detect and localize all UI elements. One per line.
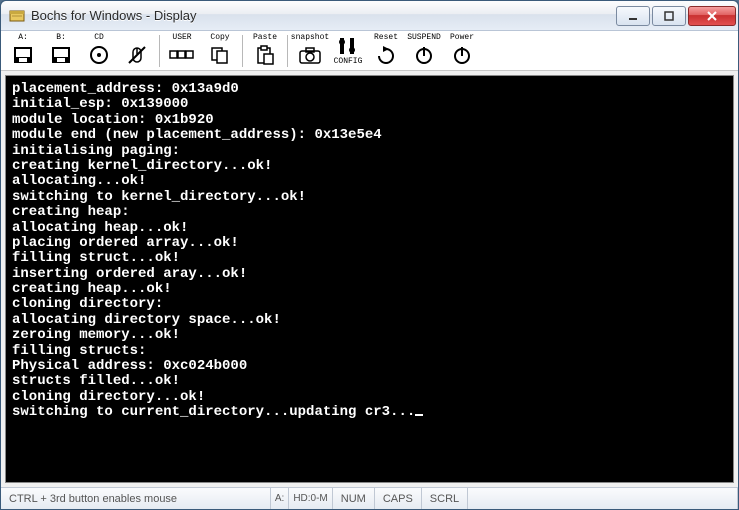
minimize-button[interactable] [616, 6, 650, 26]
toolbar: A: B: CD [1, 31, 738, 71]
toolbar-label: Reset [374, 34, 398, 43]
floppy-a-icon [9, 43, 37, 67]
toolbar-label: Power [450, 34, 474, 43]
status-scrl: SCRL [422, 488, 468, 509]
close-button[interactable] [688, 6, 736, 26]
snapshot-button[interactable]: snapshot [292, 33, 328, 69]
window-controls [614, 6, 736, 26]
terminal-output: placement_address: 0x13a9d0 initial_esp:… [5, 75, 734, 483]
status-caps: CAPS [375, 488, 422, 509]
paste-icon [251, 43, 279, 67]
toolbar-label: CONFIG [334, 58, 363, 67]
maximize-icon [663, 11, 675, 21]
config-icon [334, 34, 362, 58]
cursor [415, 414, 423, 416]
cdrom-button[interactable]: CD [81, 33, 117, 69]
snapshot-icon [296, 43, 324, 67]
user-keys-icon [168, 43, 196, 67]
maximize-button[interactable] [652, 6, 686, 26]
paste-button[interactable]: Paste [247, 33, 283, 69]
toolbar-separator [242, 35, 243, 67]
toolbar-label: Paste [253, 34, 277, 43]
toolbar-label: SUSPEND [407, 34, 441, 43]
titlebar: Bochs for Windows - Display [1, 1, 738, 31]
config-button[interactable]: CONFIG [330, 33, 366, 69]
toolbar-label: USER [172, 34, 191, 43]
status-hd: HD:0-M [289, 488, 332, 509]
suspend-icon [410, 43, 438, 67]
toolbar-label: CD [94, 34, 104, 43]
toolbar-label: B: [56, 34, 66, 43]
status-drive: A: [271, 488, 289, 509]
toolbar-separator [287, 35, 288, 67]
toolbar-label: snapshot [291, 34, 329, 43]
suspend-button[interactable]: SUSPEND [406, 33, 442, 69]
status-num: NUM [333, 488, 375, 509]
floppy-b-button[interactable]: B: [43, 33, 79, 69]
floppy-b-icon [47, 43, 75, 67]
mouse-off-icon [123, 43, 151, 67]
mouse-capture-button[interactable] [119, 33, 155, 69]
cd-icon [85, 43, 113, 67]
window-title: Bochs for Windows - Display [31, 8, 614, 23]
power-button[interactable]: Power [444, 33, 480, 69]
power-icon [448, 43, 476, 67]
status-hint: CTRL + 3rd button enables mouse [1, 488, 271, 509]
copy-icon [206, 43, 234, 67]
user-shortcut-button[interactable]: USER [164, 33, 200, 69]
app-window: Bochs for Windows - Display A: [0, 0, 739, 510]
toolbar-separator [159, 35, 160, 67]
statusbar: CTRL + 3rd button enables mouse A: HD:0-… [1, 487, 738, 509]
app-icon [9, 8, 25, 24]
floppy-a-button[interactable]: A: [5, 33, 41, 69]
close-icon [706, 11, 718, 21]
toolbar-label: A: [18, 34, 28, 43]
reset-icon [372, 43, 400, 67]
copy-button[interactable]: Copy [202, 33, 238, 69]
status-empty [468, 488, 738, 509]
toolbar-label: Copy [210, 34, 229, 43]
reset-button[interactable]: Reset [368, 33, 404, 69]
minimize-icon [627, 11, 639, 21]
